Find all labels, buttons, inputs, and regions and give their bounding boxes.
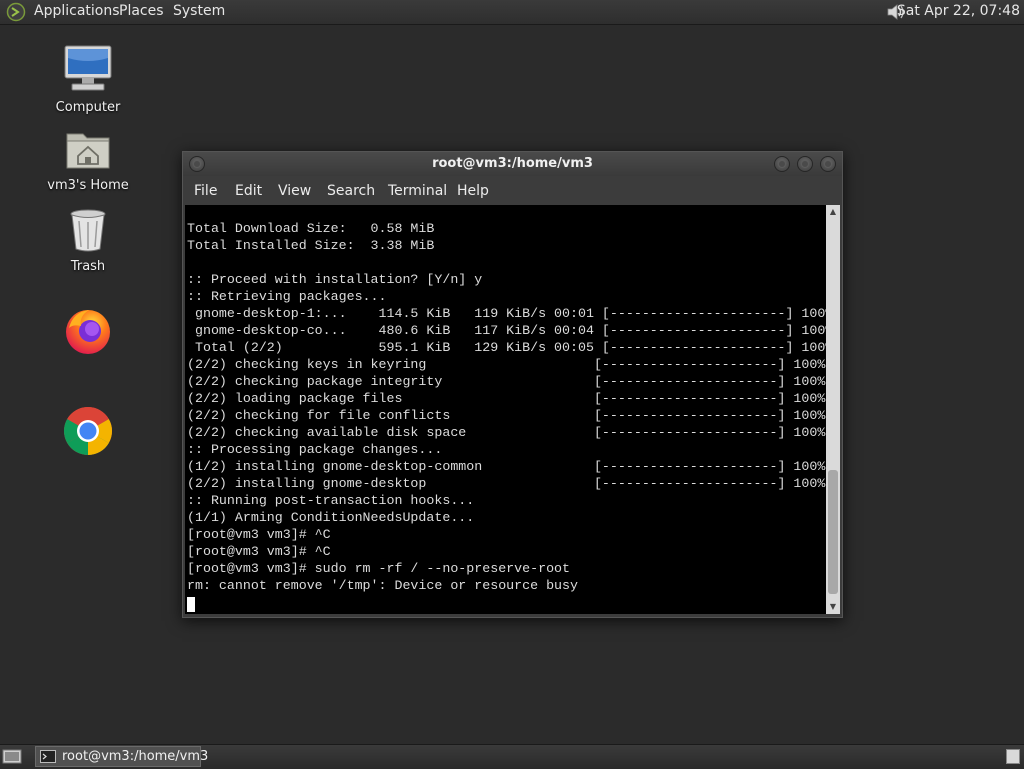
desktop-icon-chrome[interactable] [38,406,138,460]
desktop-icon-label: Trash [70,259,106,274]
terminal-scrollbar[interactable]: ▲ ▼ [826,205,840,614]
desktop-icon-label: vm3's Home [47,178,129,193]
taskbar-item-terminal[interactable]: root@vm3:/home/vm3 [35,746,208,767]
terminal-line: :: Running post-transaction hooks... [187,493,475,508]
terminal-lines: Total Download Size: 0.58 MiB Total Insta… [187,220,826,594]
system-menu[interactable]: System [173,3,225,19]
terminal-line: gnome-desktop-co... 480.6 KiB 117 KiB/s … [187,323,826,338]
clock[interactable]: Sat Apr 22, 07:48 [897,3,1020,19]
desktop-icon-trash[interactable]: Trash [38,207,138,274]
terminal-line: (2/2) checking keys in keyring [--------… [187,357,826,372]
computer-icon [64,45,112,91]
terminal-menubar: File Edit View Search Terminal Help [183,177,842,205]
menu-help[interactable]: Help [457,183,489,199]
terminal-line: :: Processing package changes... [187,442,443,457]
terminal-line: [root@vm3 vm3]# ^C [187,544,331,559]
applications-menu[interactable]: Applications [34,3,120,19]
terminal-line: (1/2) installing gnome-desktop-common [-… [187,459,826,474]
menu-terminal[interactable]: Terminal [388,183,447,199]
terminal-window[interactable]: root@vm3:/home/vm3 File Edit View Search… [182,151,843,618]
terminal-cursor [187,597,195,612]
workspace-switcher-icon[interactable] [1006,749,1020,764]
top-panel: Applications Places System Sat Apr 22, 0… [0,0,1024,25]
firefox-icon [66,310,110,354]
desktop-icon-computer[interactable]: Computer [38,44,138,115]
scrollbar-thumb[interactable] [828,470,838,594]
terminal-line: Total Installed Size: 3.38 MiB [187,238,435,253]
desktop-icon-home[interactable]: vm3's Home [38,126,138,193]
menu-view[interactable]: View [278,183,311,199]
distro-logo-icon[interactable] [6,2,26,22]
window-title: root@vm3:/home/vm3 [432,156,593,171]
terminal-line: :: Retrieving packages... [187,289,387,304]
terminal-line: rm: cannot remove '/tmp': Device or reso… [187,578,578,593]
window-titlebar[interactable]: root@vm3:/home/vm3 [183,152,842,176]
terminal-line: (2/2) checking for file conflicts [-----… [187,408,826,423]
terminal-line: [root@vm3 vm3]# ^C [187,527,331,542]
home-folder-icon [66,133,110,169]
show-desktop-icon[interactable] [2,748,22,766]
terminal-line: (2/2) installing gnome-desktop [--------… [187,476,826,491]
maximize-button[interactable] [797,156,813,172]
desktop-icon-firefox[interactable] [38,306,138,360]
taskbar-item-label: root@vm3:/home/vm3 [62,749,209,764]
bottom-panel: root@vm3:/home/vm3 [0,744,1024,769]
terminal-line: (2/2) loading package files [-----------… [187,391,826,406]
places-menu[interactable]: Places [119,3,164,19]
close-button[interactable] [820,156,836,172]
minimize-button[interactable] [774,156,790,172]
trash-icon [70,209,106,252]
terminal-line: (2/2) checking available disk space [---… [187,425,826,440]
chrome-icon [63,406,113,455]
terminal-line: [root@vm3 vm3]# sudo rm -rf / --no-prese… [187,561,571,576]
terminal-line: (1/1) Arming ConditionNeedsUpdate... [187,510,475,525]
terminal-line: (2/2) checking package integrity [------… [187,374,826,389]
terminal-line: gnome-desktop-1:... 114.5 KiB 119 KiB/s … [187,306,826,321]
menu-search[interactable]: Search [327,183,375,199]
terminal-line: Total (2/2) 595.1 KiB 129 KiB/s 00:05 [-… [187,340,826,355]
scroll-up-arrow-icon[interactable]: ▲ [826,205,840,219]
terminal-output[interactable]: Total Download Size: 0.58 MiB Total Insta… [185,205,826,614]
scroll-down-arrow-icon[interactable]: ▼ [826,600,840,614]
terminal-line: Total Download Size: 0.58 MiB [187,221,435,236]
menu-file[interactable]: File [194,183,217,199]
terminal-icon [40,750,56,763]
desktop-icon-label: Computer [55,100,121,115]
terminal-line: :: Proceed with installation? [Y/n] y [187,272,483,287]
menu-edit[interactable]: Edit [235,183,262,199]
